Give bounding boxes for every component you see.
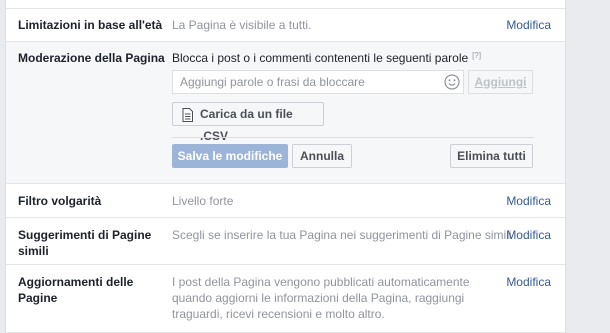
settings-row-page-moderation: Moderazione della Pagina Blocca i post o… <box>6 42 565 184</box>
page-settings-panel: Limitazioni in base all'età La Pagina è … <box>5 0 566 333</box>
blocked-words-field <box>172 70 464 94</box>
page-updates-value: I post della Pagina vengono pubblicati a… <box>172 275 470 321</box>
profanity-filter-edit-link[interactable]: Modifica <box>506 193 551 209</box>
smiley-icon[interactable] <box>444 74 460 90</box>
save-changes-button[interactable]: Salva le modifiche <box>172 144 288 168</box>
help-icon[interactable]: [?] <box>472 50 481 62</box>
document-icon <box>182 107 193 122</box>
similar-pages-edit-link[interactable]: Modifica <box>506 227 551 243</box>
similar-pages-value: Scegli se inserire la tua Pagina nei sug… <box>172 228 512 242</box>
settings-row-profanity-filter: Filtro volgarità Livello forte Modifica <box>6 184 565 218</box>
age-restrictions-edit-link[interactable]: Modifica <box>506 17 551 33</box>
page-updates-label: Aggiornamenti delle Pagine <box>18 275 134 305</box>
age-restrictions-value: La Pagina è visibile a tutti. <box>172 18 312 32</box>
upload-csv-label: Carica da un file .CSV <box>200 107 293 143</box>
profanity-filter-label: Filtro volgarità <box>18 194 102 208</box>
profanity-filter-value: Livello forte <box>172 194 234 208</box>
page-updates-edit-link[interactable]: Modifica <box>506 274 551 290</box>
age-restrictions-label: Limitazioni in base all'età <box>18 18 163 32</box>
similar-pages-label: Suggerimenti di Pagine simili <box>18 228 152 258</box>
moderation-instruction-text: Blocca i post o i commenti contenenti le… <box>172 51 469 65</box>
moderation-divider <box>172 137 534 138</box>
settings-row-age-restrictions: Limitazioni in base all'età La Pagina è … <box>6 8 565 42</box>
cancel-button[interactable]: Annulla <box>292 144 352 168</box>
moderation-instruction: Blocca i post o i commenti contenenti le… <box>172 50 481 66</box>
add-word-button[interactable]: Aggiungi <box>468 70 533 94</box>
settings-row-page-updates: Aggiornamenti delle Pagine I post della … <box>6 265 565 333</box>
settings-row-similar-pages: Suggerimenti di Pagine simili Scegli se … <box>6 218 565 265</box>
delete-all-button[interactable]: Elimina tutti <box>450 144 533 168</box>
page-moderation-label: Moderazione della Pagina <box>18 51 165 65</box>
blocked-words-input[interactable] <box>173 71 441 93</box>
upload-csv-button[interactable]: Carica da un file .CSV <box>172 102 324 143</box>
